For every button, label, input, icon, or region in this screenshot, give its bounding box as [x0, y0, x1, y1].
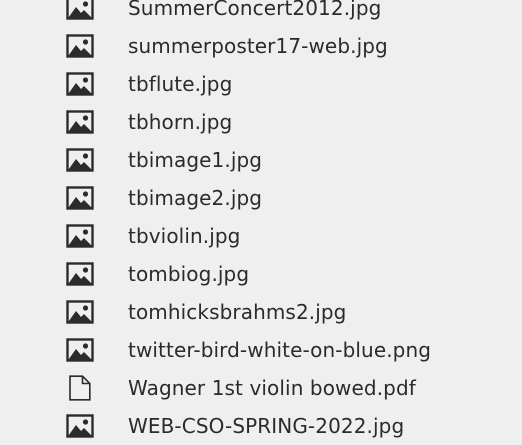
file-row[interactable]: tombiog.jpg — [0, 255, 522, 293]
file-name: tbflute.jpg — [128, 72, 233, 96]
file-row[interactable]: Wagner 1st violin bowed.pdf — [0, 369, 522, 407]
file-name: Wagner 1st violin bowed.pdf — [128, 376, 416, 400]
image-file-icon — [66, 186, 94, 210]
image-file-icon — [66, 414, 94, 438]
file-row[interactable]: tbimage1.jpg — [0, 141, 522, 179]
file-row[interactable]: tbflute.jpg — [0, 65, 522, 103]
file-row[interactable]: WEB-CSO-SPRING-2022.jpg — [0, 407, 522, 445]
image-file-icon — [66, 262, 94, 286]
file-row[interactable]: tbviolin.jpg — [0, 217, 522, 255]
file-row[interactable]: tbhorn.jpg — [0, 103, 522, 141]
image-file-icon — [66, 34, 94, 58]
image-file-icon — [66, 110, 94, 134]
file-row[interactable]: tbimage2.jpg — [0, 179, 522, 217]
image-file-icon — [66, 0, 94, 20]
file-list: SummerConcert2012.jpg summerposter17-web.… — [0, 0, 522, 445]
file-name: summerposter17-web.jpg — [128, 34, 388, 58]
file-name: SummerConcert2012.jpg — [128, 0, 382, 20]
document-file-icon — [66, 375, 94, 401]
file-name: tbviolin.jpg — [128, 224, 241, 248]
image-file-icon — [66, 224, 94, 248]
file-name: tombiog.jpg — [128, 262, 250, 286]
image-file-icon — [66, 300, 94, 324]
image-file-icon — [66, 338, 94, 362]
file-name: tbhorn.jpg — [128, 110, 233, 134]
file-row[interactable]: tomhicksbrahms2.jpg — [0, 293, 522, 331]
file-name: tomhicksbrahms2.jpg — [128, 300, 347, 324]
file-row[interactable]: summerposter17-web.jpg — [0, 27, 522, 65]
file-name: tbimage2.jpg — [128, 186, 263, 210]
file-name: tbimage1.jpg — [128, 148, 263, 172]
image-file-icon — [66, 148, 94, 172]
image-file-icon — [66, 72, 94, 96]
file-name: twitter-bird-white-on-blue.png — [128, 338, 432, 362]
file-name: WEB-CSO-SPRING-2022.jpg — [128, 414, 405, 438]
file-row[interactable]: SummerConcert2012.jpg — [0, 0, 522, 27]
file-row[interactable]: twitter-bird-white-on-blue.png — [0, 331, 522, 369]
